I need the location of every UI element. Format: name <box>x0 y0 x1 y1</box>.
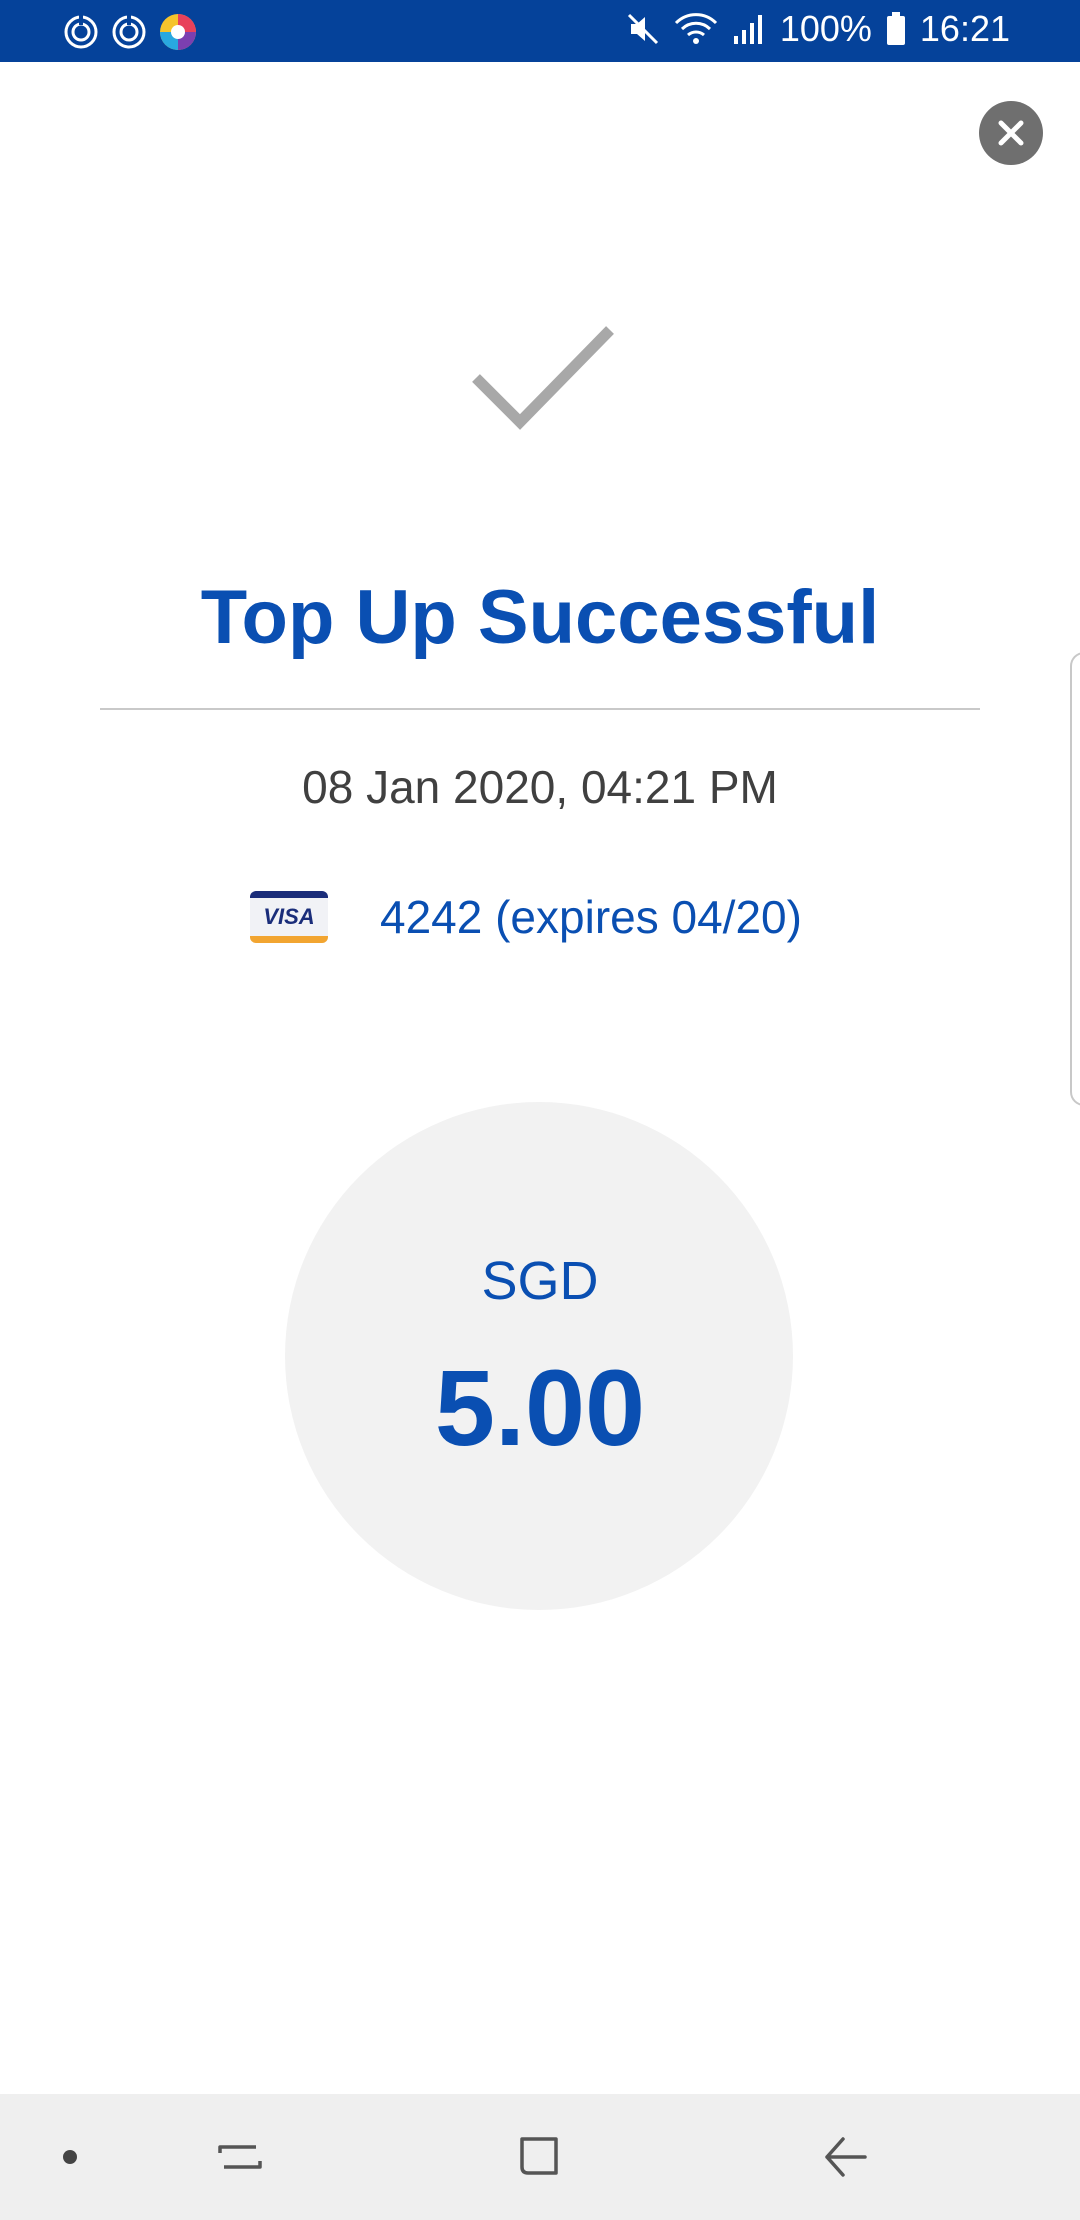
card-brand-label: VISA <box>263 904 315 929</box>
close-icon <box>998 120 1024 146</box>
recent-apps-button[interactable] <box>190 2094 290 2220</box>
home-icon <box>520 2137 558 2175</box>
card-details: 4242 (expires 04/20) <box>380 891 802 943</box>
edge-panel-handle[interactable] <box>1070 652 1080 1106</box>
payment-card-row: VISA 4242 (expires 04/20) <box>250 890 802 944</box>
status-bar: 100% 16:21 <box>0 0 1080 62</box>
sync-icon <box>62 13 100 56</box>
currency-label: SGD <box>481 1251 599 1311</box>
transaction-datetime: 08 Jan 2020, 04:21 PM <box>302 761 778 813</box>
back-button[interactable] <box>795 2094 895 2220</box>
clock: 16:21 <box>919 8 1010 49</box>
visa-card-icon: VISA <box>250 891 328 943</box>
home-button[interactable] <box>490 2094 590 2220</box>
navigation-bar <box>0 2094 1080 2220</box>
amount-value: 5.00 <box>434 1347 646 1468</box>
checkmark-icon <box>472 326 614 430</box>
mute-icon <box>626 12 660 46</box>
nav-dot-button[interactable] <box>40 2094 100 2220</box>
back-icon <box>825 2137 867 2177</box>
page-title: Top Up Successful <box>200 575 880 660</box>
screen: 100% 16:21 Top Up Successful 08 Jan 2020… <box>0 0 1080 2220</box>
status-system: 100% 16:21 <box>626 8 1010 50</box>
divider <box>100 708 980 710</box>
recent-apps-icon <box>218 2145 262 2169</box>
close-button[interactable] <box>979 101 1043 165</box>
wifi-icon <box>674 11 718 47</box>
sync-icon <box>110 13 148 56</box>
battery-icon <box>886 12 906 46</box>
battery-text: 100% <box>779 8 872 49</box>
status-notifications <box>62 12 198 57</box>
signal-icon <box>732 12 766 46</box>
browser-app-icon <box>158 12 198 57</box>
dot-icon <box>63 2150 77 2164</box>
